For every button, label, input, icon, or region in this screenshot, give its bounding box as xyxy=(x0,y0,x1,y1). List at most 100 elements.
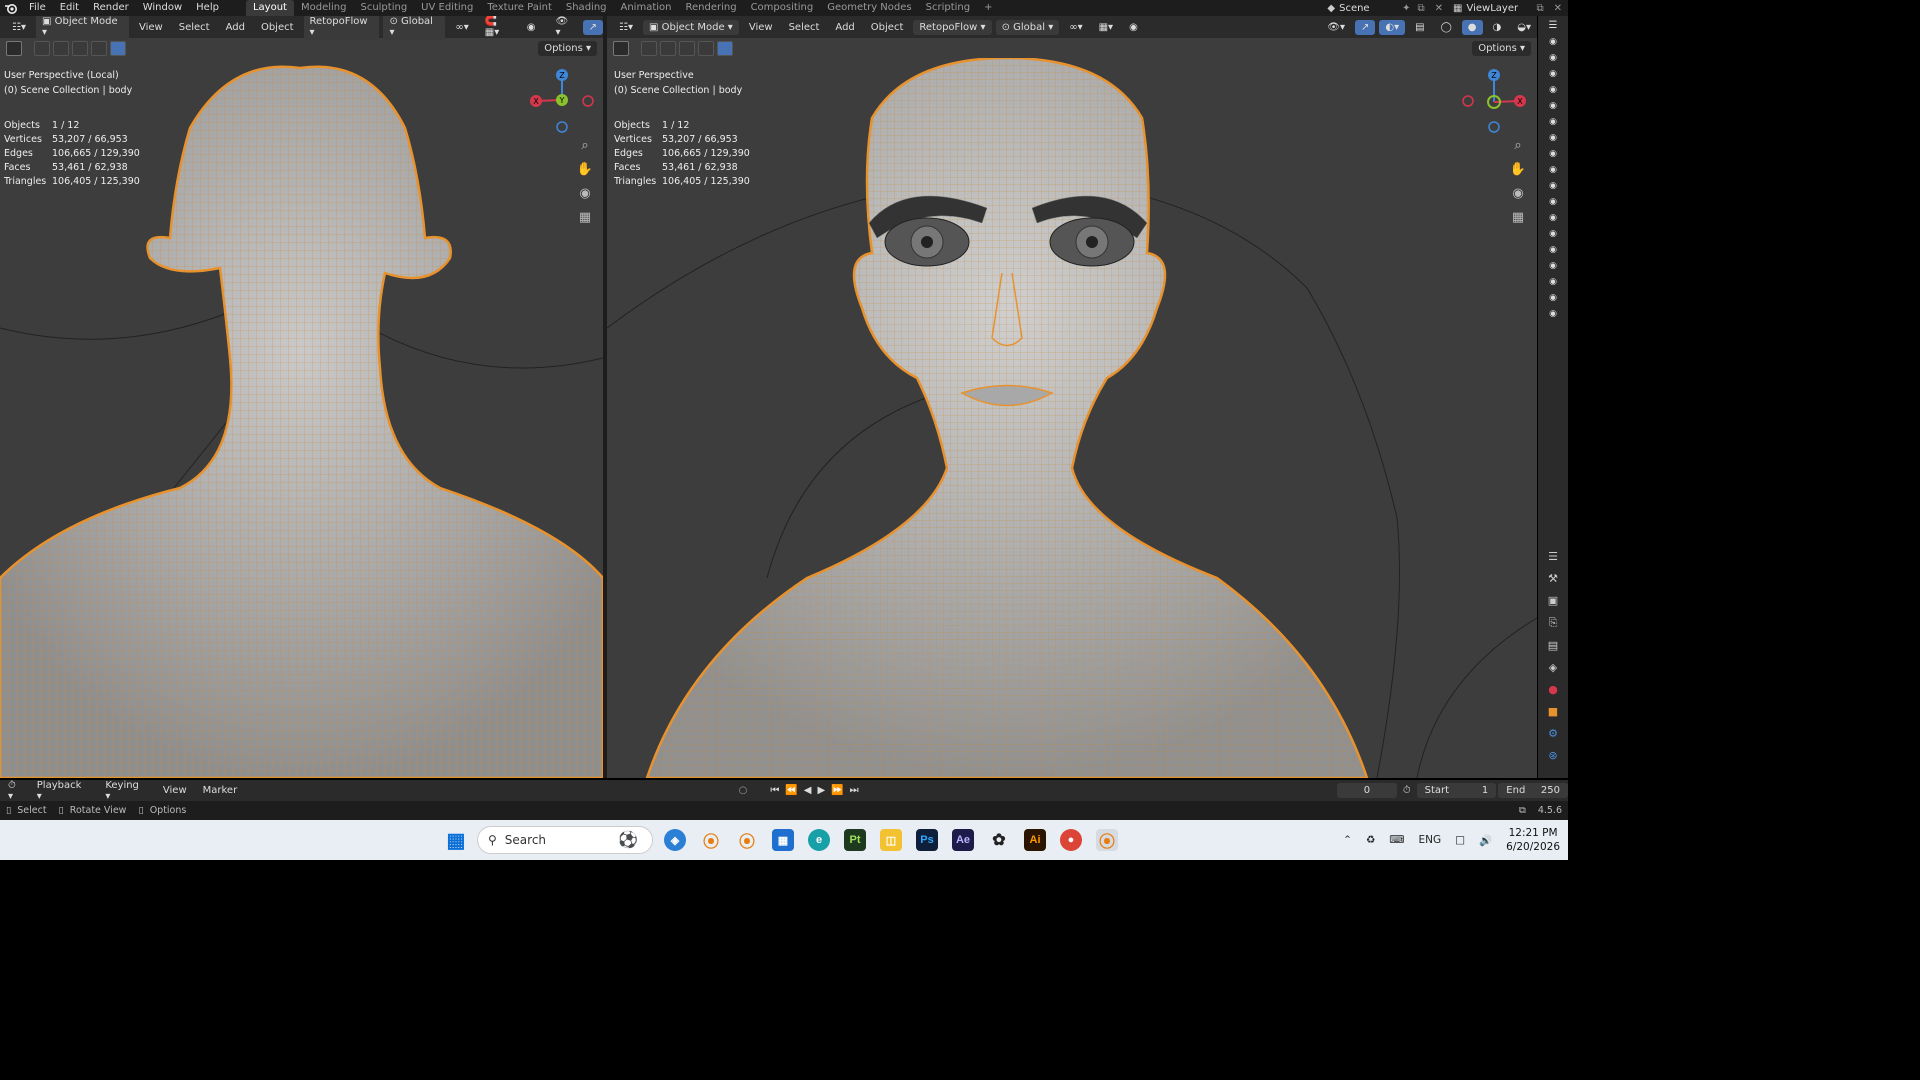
tab-texture-paint[interactable]: Texture Paint xyxy=(480,0,559,16)
jump-start-icon[interactable]: ⏮ xyxy=(767,785,782,796)
view-layer-name[interactable]: ViewLayer xyxy=(1466,3,1532,14)
puppet-app-icon[interactable]: ✿ xyxy=(988,829,1010,851)
scene-icon[interactable]: ◆ xyxy=(1323,3,1339,14)
menu-file[interactable]: File xyxy=(22,0,53,16)
select-tool-icon[interactable] xyxy=(6,40,22,56)
pan-hand-icon[interactable]: ✋ xyxy=(576,162,594,178)
soccer-widget-icon[interactable]: ⚽ xyxy=(617,829,639,851)
proportional-edit-icon[interactable]: ◉ xyxy=(521,20,542,35)
camera-view-icon[interactable]: ◉ xyxy=(1509,186,1527,202)
illustrator-icon[interactable]: Ai xyxy=(1024,829,1046,851)
timeline-view-menu[interactable]: View xyxy=(155,785,195,796)
windows-start-icon[interactable]: ▦ xyxy=(445,829,467,852)
menu-object[interactable]: Object xyxy=(865,20,910,35)
edge-icon[interactable]: e xyxy=(808,829,830,851)
pin-icon[interactable]: ✦ xyxy=(1399,3,1413,14)
menu-render[interactable]: Render xyxy=(86,0,136,16)
menu-select[interactable]: Select xyxy=(783,20,826,35)
select-mode-intersect-icon[interactable] xyxy=(110,40,126,56)
camera-render-toggle-icon[interactable]: ◉ xyxy=(1547,229,1559,239)
modifier-properties-icon[interactable]: ⚙ xyxy=(1548,727,1558,740)
tab-modeling[interactable]: Modeling xyxy=(294,0,354,16)
scene-name[interactable]: Scene xyxy=(1339,3,1399,14)
mode-dropdown[interactable]: ▣ Object Mode ▾ xyxy=(642,19,739,35)
zoom-icon[interactable]: ⌕ xyxy=(1509,138,1527,154)
options-dropdown-right[interactable]: Options ▾ xyxy=(1472,41,1531,56)
store-icon[interactable]: ▦ xyxy=(772,829,794,851)
select-tool-icon[interactable] xyxy=(613,40,629,56)
select-mode-extend-icon[interactable] xyxy=(660,40,676,56)
tab-animation[interactable]: Animation xyxy=(614,0,679,16)
chrome-icon[interactable]: ● xyxy=(1060,829,1082,851)
menu-view[interactable]: View xyxy=(133,20,169,35)
camera-render-toggle-icon[interactable]: ◉ xyxy=(1547,181,1559,191)
timeline-editor-icon[interactable]: ⏱▾ xyxy=(0,780,29,802)
playback-menu[interactable]: Playback ▾ xyxy=(29,780,98,802)
chevron-up-icon[interactable]: ⌃ xyxy=(1343,834,1352,846)
menu-add[interactable]: Add xyxy=(829,20,860,35)
volume-icon[interactable]: 🔊 xyxy=(1479,834,1492,847)
wireframe-shading-icon[interactable]: ◯ xyxy=(1435,20,1458,35)
auto-keying-icon[interactable]: ○ xyxy=(735,785,752,796)
camera-render-toggle-icon[interactable]: ◉ xyxy=(1547,213,1559,223)
gizmo-toggle-icon[interactable]: ↗ xyxy=(1354,19,1376,35)
photoshop-icon[interactable]: Ps xyxy=(916,829,938,851)
camera-render-toggle-icon[interactable]: ◉ xyxy=(1547,197,1559,207)
camera-render-toggle-icon[interactable]: ◉ xyxy=(1547,117,1559,127)
orientation-dropdown[interactable]: ⊙ Global ▾ xyxy=(383,16,446,40)
play-icon[interactable]: ▶ xyxy=(815,785,829,796)
menu-edit[interactable]: Edit xyxy=(53,0,86,16)
menu-view[interactable]: View xyxy=(743,20,779,35)
ortho-grid-icon[interactable]: ▦ xyxy=(1509,210,1527,226)
snap-icon[interactable]: 🧲▦▾ xyxy=(479,16,517,40)
prev-keyframe-icon[interactable]: ⏪ xyxy=(782,785,800,796)
painter-icon[interactable]: Pt xyxy=(844,829,866,851)
jump-end-icon[interactable]: ⏭ xyxy=(847,785,862,796)
view-layer-properties-icon[interactable]: ▤ xyxy=(1548,639,1558,652)
preview-range-icon[interactable]: ⏱ xyxy=(1397,785,1417,796)
select-mode-new-icon[interactable] xyxy=(641,40,657,56)
keying-menu[interactable]: Keying ▾ xyxy=(97,780,155,802)
network-status-icon[interactable]: □ xyxy=(1455,834,1465,846)
world-properties-icon[interactable]: ● xyxy=(1548,683,1558,696)
language-indicator[interactable]: ENG xyxy=(1419,834,1442,846)
ortho-grid-icon[interactable]: ▦ xyxy=(576,210,594,226)
tab-scripting[interactable]: Scripting xyxy=(919,0,977,16)
close-view-layer-icon[interactable]: ✕ xyxy=(1548,3,1568,14)
tab-layout[interactable]: Layout xyxy=(245,0,294,16)
output-properties-icon[interactable]: ⎘ xyxy=(1549,616,1558,630)
view-layer-icon[interactable]: ▦ xyxy=(1449,3,1466,14)
menu-help[interactable]: Help xyxy=(189,0,226,16)
xray-icon[interactable]: ▤ xyxy=(1409,20,1430,35)
visibility-icon[interactable]: 👁▾ xyxy=(1321,20,1351,35)
after-effects-icon[interactable]: Ae xyxy=(952,829,974,851)
proportional-edit-icon[interactable]: ◉ xyxy=(1123,20,1144,35)
add-workspace-button[interactable]: + xyxy=(977,0,999,16)
camera-render-toggle-icon[interactable]: ◉ xyxy=(1547,69,1559,79)
rendered-shading-icon[interactable]: ◒▾ xyxy=(1511,20,1537,35)
camera-render-toggle-icon[interactable]: ◉ xyxy=(1547,101,1559,111)
next-keyframe-icon[interactable]: ⏩ xyxy=(828,785,846,796)
new-view-layer-icon[interactable]: ⧉ xyxy=(1532,3,1547,14)
scene-properties-icon[interactable]: ◈ xyxy=(1549,661,1557,674)
camera-render-toggle-icon[interactable]: ◉ xyxy=(1547,53,1559,63)
tool-properties-icon[interactable]: ⚒ xyxy=(1548,572,1558,585)
outliner-icon[interactable]: ☰ xyxy=(1538,20,1568,31)
menu-select[interactable]: Select xyxy=(173,20,216,35)
blender-taskbar-icon[interactable]: ⦿ xyxy=(700,829,722,851)
navigation-gizmo-left[interactable]: Z X Y xyxy=(527,68,597,138)
tab-shading[interactable]: Shading xyxy=(559,0,614,16)
gizmo-toggle-icon[interactable]: ↗ xyxy=(582,19,603,35)
properties-editor-icon[interactable]: ☰ xyxy=(1548,550,1558,563)
camera-render-toggle-icon[interactable]: ◉ xyxy=(1547,309,1559,319)
viewport-right[interactable]: ☷▾ ▣ Object Mode ▾ View Select Add Objec… xyxy=(607,16,1537,778)
solid-shading-icon[interactable]: ● xyxy=(1461,19,1483,35)
camera-render-toggle-icon[interactable]: ◉ xyxy=(1547,165,1559,175)
start-frame-field[interactable]: Start 1 xyxy=(1416,783,1497,798)
editor-type-icon[interactable]: ☷▾ xyxy=(613,20,639,35)
blender-active-taskbar-icon[interactable]: ⦿ xyxy=(1096,829,1118,851)
camera-render-toggle-icon[interactable]: ◉ xyxy=(1547,85,1559,95)
tab-geometry-nodes[interactable]: Geometry Nodes xyxy=(820,0,918,16)
tab-rendering[interactable]: Rendering xyxy=(678,0,743,16)
file-explorer-icon[interactable]: ◫ xyxy=(880,829,902,851)
